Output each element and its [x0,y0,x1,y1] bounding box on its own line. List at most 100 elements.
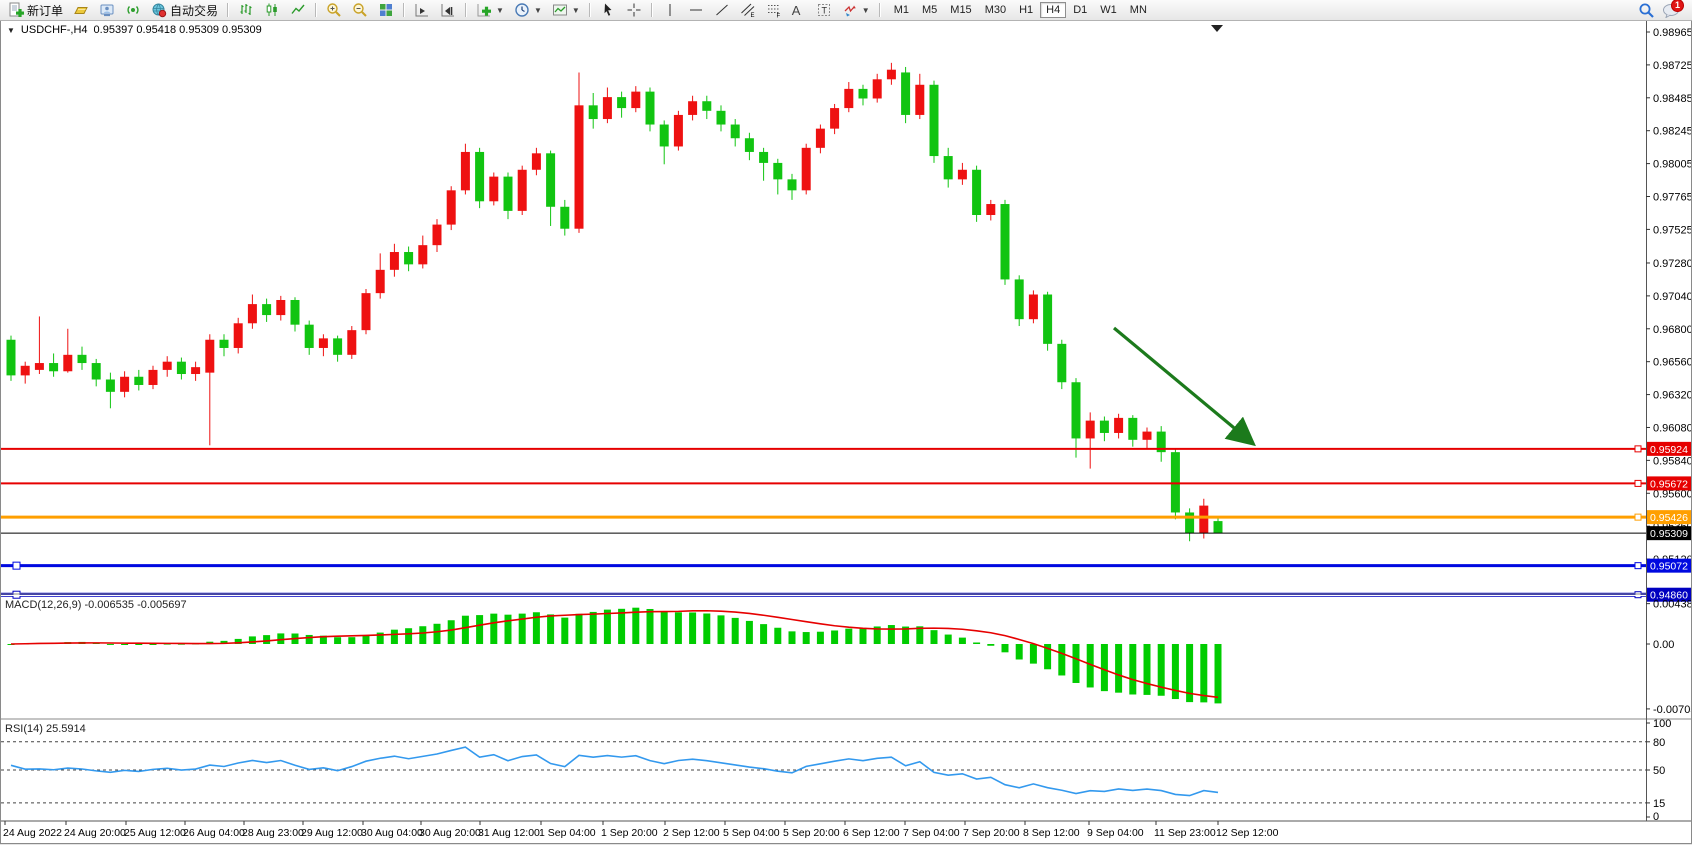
svg-text:0.98005: 0.98005 [1653,159,1691,171]
text-label-tool-icon[interactable]: T [812,1,836,19]
templates-button[interactable]: ▼ [548,0,584,20]
svg-text:0.98725: 0.98725 [1653,60,1691,72]
svg-text:0.96080: 0.96080 [1653,422,1691,434]
indicators-button[interactable]: ▼ [472,0,508,20]
auto-trading-label: 自动交易 [170,2,218,19]
macd-label: MACD(12,26,9) -0.006535 -0.005697 [5,599,187,611]
tile-windows-icon[interactable] [374,1,398,19]
arrows-tool-icon [842,2,858,18]
chart-shift-icon[interactable] [436,1,460,19]
search-icon[interactable] [1638,2,1654,18]
toolbar-separator [227,3,229,17]
equidistant-channel-tool-icon[interactable]: E [736,1,760,19]
horizontal-line-0.95924[interactable] [1,446,1646,452]
svg-text:0.96560: 0.96560 [1653,357,1691,369]
svg-text:2 Sep 12:00: 2 Sep 12:00 [663,827,720,839]
trendline-tool-icon[interactable] [710,1,734,19]
candles [7,63,1223,541]
svg-text:0.95924: 0.95924 [1650,444,1688,456]
svg-text:1 Sep 20:00: 1 Sep 20:00 [601,827,658,839]
line-chart-icon[interactable] [286,1,310,19]
notifications-button[interactable]: 1 [1662,2,1682,18]
dropdown-caret-icon: ▼ [496,6,504,15]
svg-text:80: 80 [1653,737,1665,749]
svg-text:T: T [821,6,827,16]
dropdown-caret-icon: ▼ [862,6,870,15]
toolbar-separator [403,3,405,17]
zoom-out-icon[interactable] [348,1,372,19]
last-bar-marker-icon [1211,25,1223,32]
svg-text:0.96320: 0.96320 [1653,390,1691,402]
svg-text:9 Sep 04:00: 9 Sep 04:00 [1087,827,1144,839]
fibonacci-tool-icon[interactable]: F [762,1,786,19]
data-window-icon[interactable] [95,1,119,19]
new-order-button[interactable]: 新订单 [4,1,67,19]
candlestick-chart-icon[interactable] [260,1,284,19]
svg-text:E: E [750,13,754,18]
svg-text:0.98485: 0.98485 [1653,93,1691,105]
price-label-0.95672: 0.95672 [1647,476,1691,490]
svg-text:0.95072: 0.95072 [1650,561,1688,573]
cursor-icon[interactable] [596,1,620,19]
chart-canvas[interactable]: 0.989650.987250.984850.982450.980050.977… [1,21,1691,843]
svg-text:11 Sep 23:00: 11 Sep 23:00 [1154,827,1216,839]
svg-text:24 Aug 2022: 24 Aug 2022 [3,827,62,839]
macd-axis[interactable]: 0.0043870.00-0.007055 [1646,599,1691,716]
gold-icon[interactable] [69,1,93,19]
svg-text:5 Sep 04:00: 5 Sep 04:00 [723,827,780,839]
horizontal-line-0.95072[interactable] [1,562,1646,569]
time-axis[interactable]: 24 Aug 202224 Aug 20:0025 Aug 12:0026 Au… [3,821,1279,839]
toolbar-separator [651,3,653,17]
chart-title: ▼ USDCHF-,H4 0.95397 0.95418 0.95309 0.9… [7,24,262,36]
tab-timeframe-m1[interactable]: M1 [888,2,915,18]
svg-text:0.004387: 0.004387 [1653,599,1691,611]
tab-timeframe-m5[interactable]: M5 [916,2,943,18]
tab-timeframe-m30[interactable]: M30 [979,2,1012,18]
zoom-in-icon[interactable] [322,1,346,19]
dropdown-caret-icon: ▼ [572,6,580,15]
tab-timeframe-d1[interactable]: D1 [1067,2,1093,18]
svg-text:31 Aug 12:00: 31 Aug 12:00 [478,827,540,839]
horizontal-line-tool-icon[interactable] [684,1,708,19]
horizontal-line-0.94860[interactable] [1,591,1646,598]
svg-text:50: 50 [1653,765,1665,777]
tab-timeframe-h4[interactable]: H4 [1040,2,1066,18]
svg-text:6 Sep 12:00: 6 Sep 12:00 [843,827,900,839]
svg-text:29 Aug 12:00: 29 Aug 12:00 [301,827,363,839]
svg-text:100: 100 [1653,718,1671,730]
price-label-0.95309: 0.95309 [1647,526,1691,540]
tab-timeframe-h1[interactable]: H1 [1013,2,1039,18]
add-indicator-icon [476,2,492,18]
auto-scroll-icon[interactable] [410,1,434,19]
vertical-line-tool-icon[interactable] [658,1,682,19]
svg-text:7 Sep 04:00: 7 Sep 04:00 [903,827,960,839]
chart-window[interactable]: 0.989650.987250.984850.982450.980050.977… [0,21,1692,844]
svg-text:0.97525: 0.97525 [1653,224,1691,236]
rsi-label: RSI(14) 25.5914 [5,723,86,735]
price-label-0.95426: 0.95426 [1647,510,1691,524]
new-order-label: 新订单 [27,2,63,19]
clock-icon [514,2,530,18]
arrows-tool-button[interactable]: ▼ [838,0,874,20]
svg-text:F: F [776,14,780,19]
auto-trading-button[interactable]: 自动交易 [147,1,222,19]
notification-badge: 1 [1671,0,1684,12]
svg-text:0.97280: 0.97280 [1653,258,1691,270]
price-label-0.95924: 0.95924 [1647,442,1691,456]
crosshair-icon[interactable] [622,1,646,19]
template-icon [552,2,568,18]
tab-timeframe-m15[interactable]: M15 [944,2,977,18]
tab-timeframe-mn[interactable]: MN [1124,2,1153,18]
svg-text:26 Aug 04:00: 26 Aug 04:00 [183,827,245,839]
svg-text:0.95426: 0.95426 [1650,512,1688,524]
horizontal-line-0.95426[interactable] [1,514,1646,520]
toolbar-right: 1 [1638,2,1688,18]
bar-chart-icon[interactable] [234,1,258,19]
signals-icon[interactable] [121,1,145,19]
horizontal-line-0.95672[interactable] [1,480,1646,486]
tab-timeframe-w1[interactable]: W1 [1094,2,1123,18]
toolbar-separator [589,3,591,17]
collapse-triangle-icon[interactable]: ▼ [7,26,15,35]
periods-button[interactable]: ▼ [510,0,546,20]
text-tool-icon[interactable]: A [788,0,810,20]
